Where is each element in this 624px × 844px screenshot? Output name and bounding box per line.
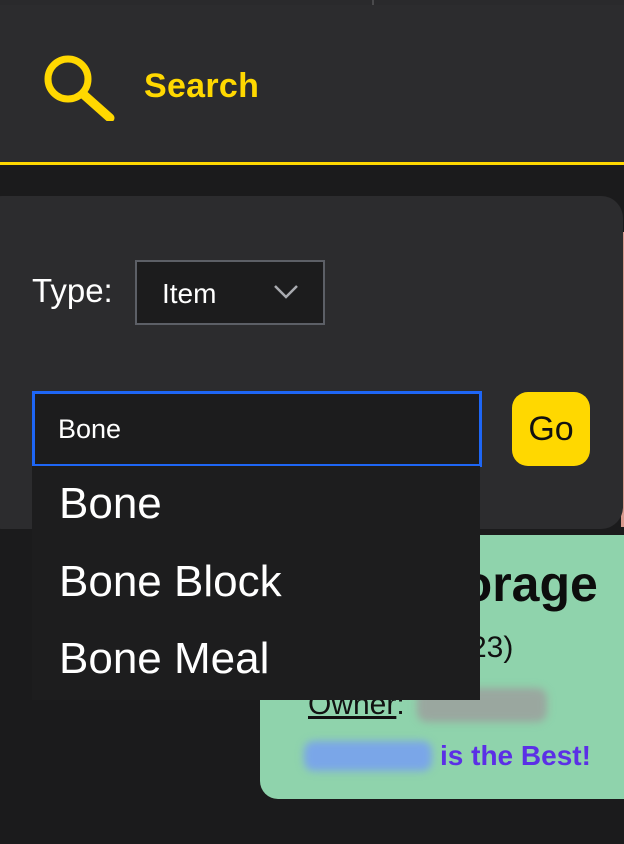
- search-nav-link[interactable]: Search: [40, 51, 259, 121]
- suggestion-list: Bone Bone Block Bone Meal: [32, 466, 480, 700]
- best-name-redacted: [304, 741, 432, 771]
- search-nav-label: Search: [144, 66, 260, 105]
- header-bar: Search: [0, 5, 624, 165]
- type-select-value: Item: [162, 278, 217, 309]
- chevron-down-icon: [274, 285, 298, 299]
- suggestion-item[interactable]: Bone Meal: [59, 634, 269, 684]
- search-input[interactable]: [32, 391, 482, 467]
- search-icon: [44, 55, 115, 121]
- type-label: Type:: [32, 272, 113, 309]
- suggestion-item[interactable]: Bone: [59, 479, 162, 529]
- type-select[interactable]: Item: [135, 260, 325, 325]
- page: Search torage 23) Owner : is the Best! T…: [0, 0, 624, 844]
- best-row: is the Best!: [304, 740, 591, 772]
- go-button[interactable]: Go: [512, 392, 590, 466]
- best-text: is the Best!: [440, 740, 591, 771]
- suggestion-item[interactable]: Bone Block: [59, 557, 282, 607]
